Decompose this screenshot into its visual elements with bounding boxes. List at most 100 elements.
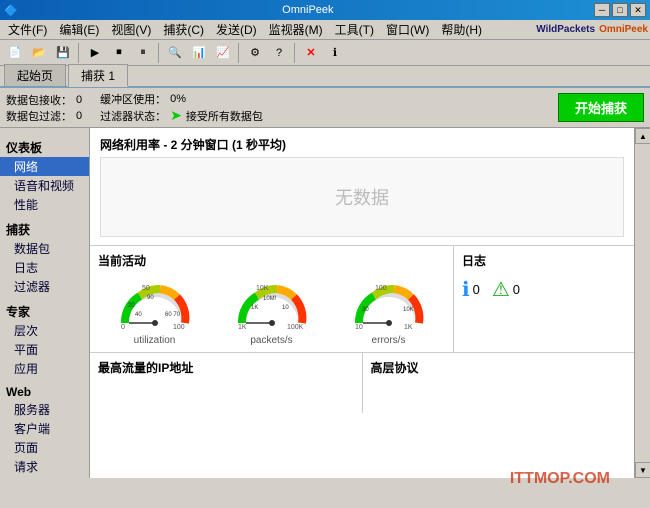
scroll-up[interactable]: ▲ (635, 128, 650, 144)
tab-home[interactable]: 起始页 (4, 64, 66, 86)
gauge-packets: 1K 10K 100K 1K 10M! 10 packets/s (232, 273, 312, 346)
sidebar-item-flat[interactable]: 平面 (0, 340, 89, 359)
toolbar-options[interactable]: ⚙ (244, 42, 266, 64)
separator3 (238, 43, 240, 63)
high-protocol-panel: 高层协议 (363, 353, 635, 413)
gauge-errors-svg: 10 100 1K 30 10K (349, 273, 429, 333)
gauge-packets-svg: 1K 10K 100K 1K 10M! 10 (232, 273, 312, 333)
buffer-stats: 缓冲区使用： 0% 过滤器状态： ➤ 接受所有数据包 (100, 91, 263, 124)
sidebar-item-av[interactable]: 语音和视频 (0, 176, 89, 195)
svg-text:30: 30 (362, 307, 369, 313)
log-warn-group: ⚠ 0 (492, 277, 520, 302)
capture-button[interactable]: 开始捕获 (558, 93, 644, 122)
packets-dropped-label: 数据包过滤： (6, 108, 72, 124)
toolbar-save[interactable]: 💾 (52, 42, 74, 64)
high-protocol-title: 高层协议 (371, 359, 627, 376)
log-title: 日志 (462, 252, 626, 269)
toolbar-stop[interactable]: ⏹ (108, 42, 130, 64)
svg-text:40: 40 (135, 312, 142, 318)
sidebar-item-requests[interactable]: 请求 (0, 457, 89, 474)
menu-view[interactable]: 视图(V) (105, 21, 157, 38)
toolbar-help[interactable]: ? (268, 42, 290, 64)
menu-send[interactable]: 发送(D) (210, 21, 263, 38)
section-web: Web 服务器 客户端 页面 请求 (0, 384, 89, 474)
section-expert: 专家 层次 平面 应用 (0, 302, 89, 378)
section-dashboard: 仪表板 网络 语音和视频 性能 (0, 138, 89, 214)
toolbar-filter[interactable]: 🔍 (164, 42, 186, 64)
title-bar: 🔷 OmniPeek ─ □ ✕ (0, 0, 650, 20)
svg-text:0: 0 (121, 324, 125, 331)
scroll-track[interactable]: ▲ ▼ (634, 128, 650, 478)
log-panel: 日志 ℹ 0 ⚠ 0 (454, 246, 634, 352)
log-icons: ℹ 0 ⚠ 0 (462, 273, 626, 306)
toolbar-open[interactable]: 📂 (28, 42, 50, 64)
svg-text:100K: 100K (287, 324, 304, 331)
toolbar-info[interactable]: ℹ (324, 42, 346, 64)
sidebar-scroll[interactable]: 仪表板 网络 语音和视频 性能 捕获 数据包 日志 过滤器 专家 层次 平面 应… (0, 132, 89, 474)
sidebar-item-network[interactable]: 网络 (0, 157, 89, 176)
activity-row: 当前活动 (90, 246, 634, 353)
log-info-group: ℹ 0 (462, 277, 480, 302)
svg-text:90: 90 (147, 295, 154, 301)
brand-logo: WildPackets (536, 24, 595, 35)
svg-text:100: 100 (375, 285, 387, 292)
log-info-icon: ℹ (462, 277, 470, 302)
svg-text:100: 100 (173, 324, 185, 331)
window-title: OmniPeek (22, 4, 594, 16)
sidebar-item-packets[interactable]: 数据包 (0, 239, 89, 258)
sidebar-item-perf[interactable]: 性能 (0, 195, 89, 214)
toolbar-pause[interactable]: ⏸ (132, 42, 154, 64)
menu-tools[interactable]: 工具(T) (329, 21, 380, 38)
toolbar: 📄 📂 💾 ▶ ⏹ ⏸ 🔍 📊 📈 ⚙ ? ✕ ℹ (0, 40, 650, 66)
sidebar: 仪表板 网络 语音和视频 性能 捕获 数据包 日志 过滤器 专家 层次 平面 应… (0, 128, 90, 478)
window-controls: ─ □ ✕ (594, 3, 646, 17)
menu-file[interactable]: 文件(F) (2, 21, 53, 38)
separator4 (294, 43, 296, 63)
section-capture: 捕获 数据包 日志 过滤器 (0, 220, 89, 296)
close-button[interactable]: ✕ (630, 3, 646, 17)
section-expert-title: 专家 (0, 302, 89, 321)
sidebar-item-pages[interactable]: 页面 (0, 438, 89, 457)
gauge-utilization-label: utilization (134, 335, 176, 346)
sidebar-item-clients[interactable]: 客户端 (0, 419, 89, 438)
svg-text:1K: 1K (238, 324, 247, 331)
chart-title: 网络利用率 - 2 分钟窗口 (1 秒平均) (100, 136, 624, 153)
buffer-label: 缓冲区使用： (100, 91, 166, 107)
bottom-row: 最高流量的IP地址 高层协议 (90, 353, 634, 413)
toolbar-capture[interactable]: ▶ (84, 42, 106, 64)
svg-text:20: 20 (128, 303, 135, 309)
tab-bar: 起始页 捕获 1 (0, 66, 650, 88)
gauge-packets-label: packets/s (250, 335, 292, 346)
toolbar-x[interactable]: ✕ (300, 42, 322, 64)
sidebar-item-log[interactable]: 日志 (0, 258, 89, 277)
svg-text:10: 10 (282, 305, 289, 311)
log-warn-icon: ⚠ (492, 277, 510, 302)
filter-arrow: ➤ (170, 107, 182, 124)
watermark: ITTMOP.COM (510, 470, 610, 478)
sidebar-item-layers[interactable]: 层次 (0, 321, 89, 340)
scroll-down[interactable]: ▼ (635, 462, 650, 478)
section-web-title: Web (0, 384, 89, 400)
section-capture-title: 捕获 (0, 220, 89, 239)
gauge-errors-label: errors/s (372, 335, 406, 346)
menu-window[interactable]: 窗口(W) (380, 21, 435, 38)
menu-monitor[interactable]: 监视器(M) (263, 21, 329, 38)
menu-bar: 文件(F) 编辑(E) 视图(V) 捕获(C) 发送(D) 监视器(M) 工具(… (0, 20, 650, 40)
toolbar-stats[interactable]: 📊 (188, 42, 210, 64)
minimize-button[interactable]: ─ (594, 3, 610, 17)
menu-edit[interactable]: 编辑(E) (53, 21, 105, 38)
sidebar-item-filter[interactable]: 过滤器 (0, 277, 89, 296)
top-ip-title: 最高流量的IP地址 (98, 359, 354, 376)
menu-capture[interactable]: 捕获(C) (157, 21, 210, 38)
svg-text:10M!: 10M! (263, 296, 277, 302)
tab-capture1[interactable]: 捕获 1 (68, 64, 128, 87)
menu-help[interactable]: 帮助(H) (435, 21, 488, 38)
no-data-label: 无数据 (335, 184, 389, 210)
maximize-button[interactable]: □ (612, 3, 628, 17)
toolbar-graph[interactable]: 📈 (212, 42, 234, 64)
sidebar-item-servers[interactable]: 服务器 (0, 400, 89, 419)
toolbar-new[interactable]: 📄 (4, 42, 26, 64)
activity-title: 当前活动 (98, 252, 445, 269)
sidebar-item-apps[interactable]: 应用 (0, 359, 89, 378)
svg-text:10: 10 (355, 324, 363, 331)
